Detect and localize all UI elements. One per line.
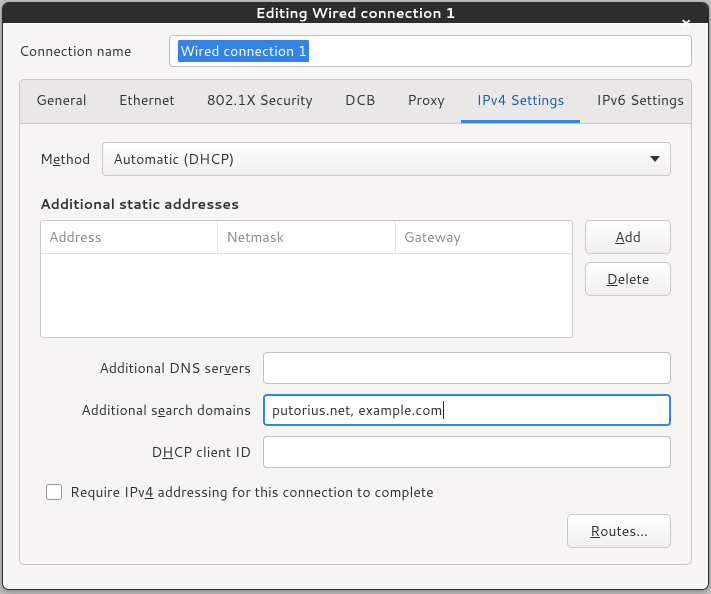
addresses-buttons: Add Delete xyxy=(585,220,671,338)
tab-bar: General Ethernet 802.1X Security DCB Pro… xyxy=(19,79,692,124)
window-frame: Editing Wired connection 1 × Connection … xyxy=(2,2,709,590)
chevron-down-icon xyxy=(650,156,660,162)
dhcp-client-id-label: DHCP client ID xyxy=(40,442,255,462)
search-domains-value: putorius.net, example.com xyxy=(272,400,442,420)
require-ipv4-row: Require IPv4 addressing for this connect… xyxy=(46,482,671,502)
connection-name-input[interactable]: Wired connection 1 xyxy=(169,35,692,67)
add-button[interactable]: Add xyxy=(585,220,671,254)
titlebar: Editing Wired connection 1 × xyxy=(3,3,708,23)
method-combobox[interactable]: Automatic (DHCP) xyxy=(102,142,671,176)
table-header-row: Address Netmask Gateway xyxy=(41,221,572,254)
col-gateway[interactable]: Gateway xyxy=(396,221,572,254)
close-icon[interactable]: × xyxy=(674,10,698,34)
dns-label: Additional DNS servers xyxy=(40,358,255,378)
routes-button[interactable]: Routes… xyxy=(567,514,671,548)
text-cursor-icon xyxy=(443,401,444,419)
additional-addresses-title: Additional static addresses xyxy=(40,194,671,214)
tab-general[interactable]: General xyxy=(20,80,103,123)
content-area: Connection name Wired connection 1 Gener… xyxy=(3,23,708,577)
require-ipv4-label: Require IPv4 addressing for this connect… xyxy=(70,482,434,502)
addresses-area: Address Netmask Gateway Add Delete xyxy=(40,220,671,338)
tab-ipv6-settings[interactable]: IPv6 Settings xyxy=(580,80,692,123)
method-label: Method xyxy=(40,149,90,169)
search-domains-input[interactable]: putorius.net, example.com xyxy=(263,394,671,426)
dns-input[interactable] xyxy=(263,352,671,384)
addresses-table[interactable]: Address Netmask Gateway xyxy=(40,220,573,338)
tab-dcb[interactable]: DCB xyxy=(329,80,392,123)
window-title: Editing Wired connection 1 xyxy=(3,3,708,23)
tab-ethernet[interactable]: Ethernet xyxy=(103,80,191,123)
dialog-footer: Cancel Save xyxy=(3,577,708,590)
method-value: Automatic (DHCP) xyxy=(113,149,234,169)
col-address[interactable]: Address xyxy=(41,221,218,254)
routes-row: Routes… xyxy=(40,514,671,548)
connection-name-row: Connection name Wired connection 1 xyxy=(19,35,692,67)
method-row: Method Automatic (DHCP) xyxy=(40,142,671,176)
tab-8021x-security[interactable]: 802.1X Security xyxy=(191,80,329,123)
col-netmask[interactable]: Netmask xyxy=(218,221,395,254)
connection-name-value: Wired connection 1 xyxy=(178,40,309,62)
dhcp-client-id-input[interactable] xyxy=(263,436,671,468)
ipv4-panel: Method Automatic (DHCP) Additional stati… xyxy=(19,124,692,565)
delete-button[interactable]: Delete xyxy=(585,262,671,296)
search-domains-row: Additional search domains putorius.net, … xyxy=(40,394,671,426)
tab-ipv4-settings[interactable]: IPv4 Settings xyxy=(461,80,581,123)
dns-row: Additional DNS servers xyxy=(40,352,671,384)
connection-name-label: Connection name xyxy=(19,41,169,61)
require-ipv4-checkbox[interactable] xyxy=(46,484,62,500)
dhcp-client-id-row: DHCP client ID xyxy=(40,436,671,468)
tab-proxy[interactable]: Proxy xyxy=(391,80,460,123)
search-domains-label: Additional search domains xyxy=(40,400,255,420)
